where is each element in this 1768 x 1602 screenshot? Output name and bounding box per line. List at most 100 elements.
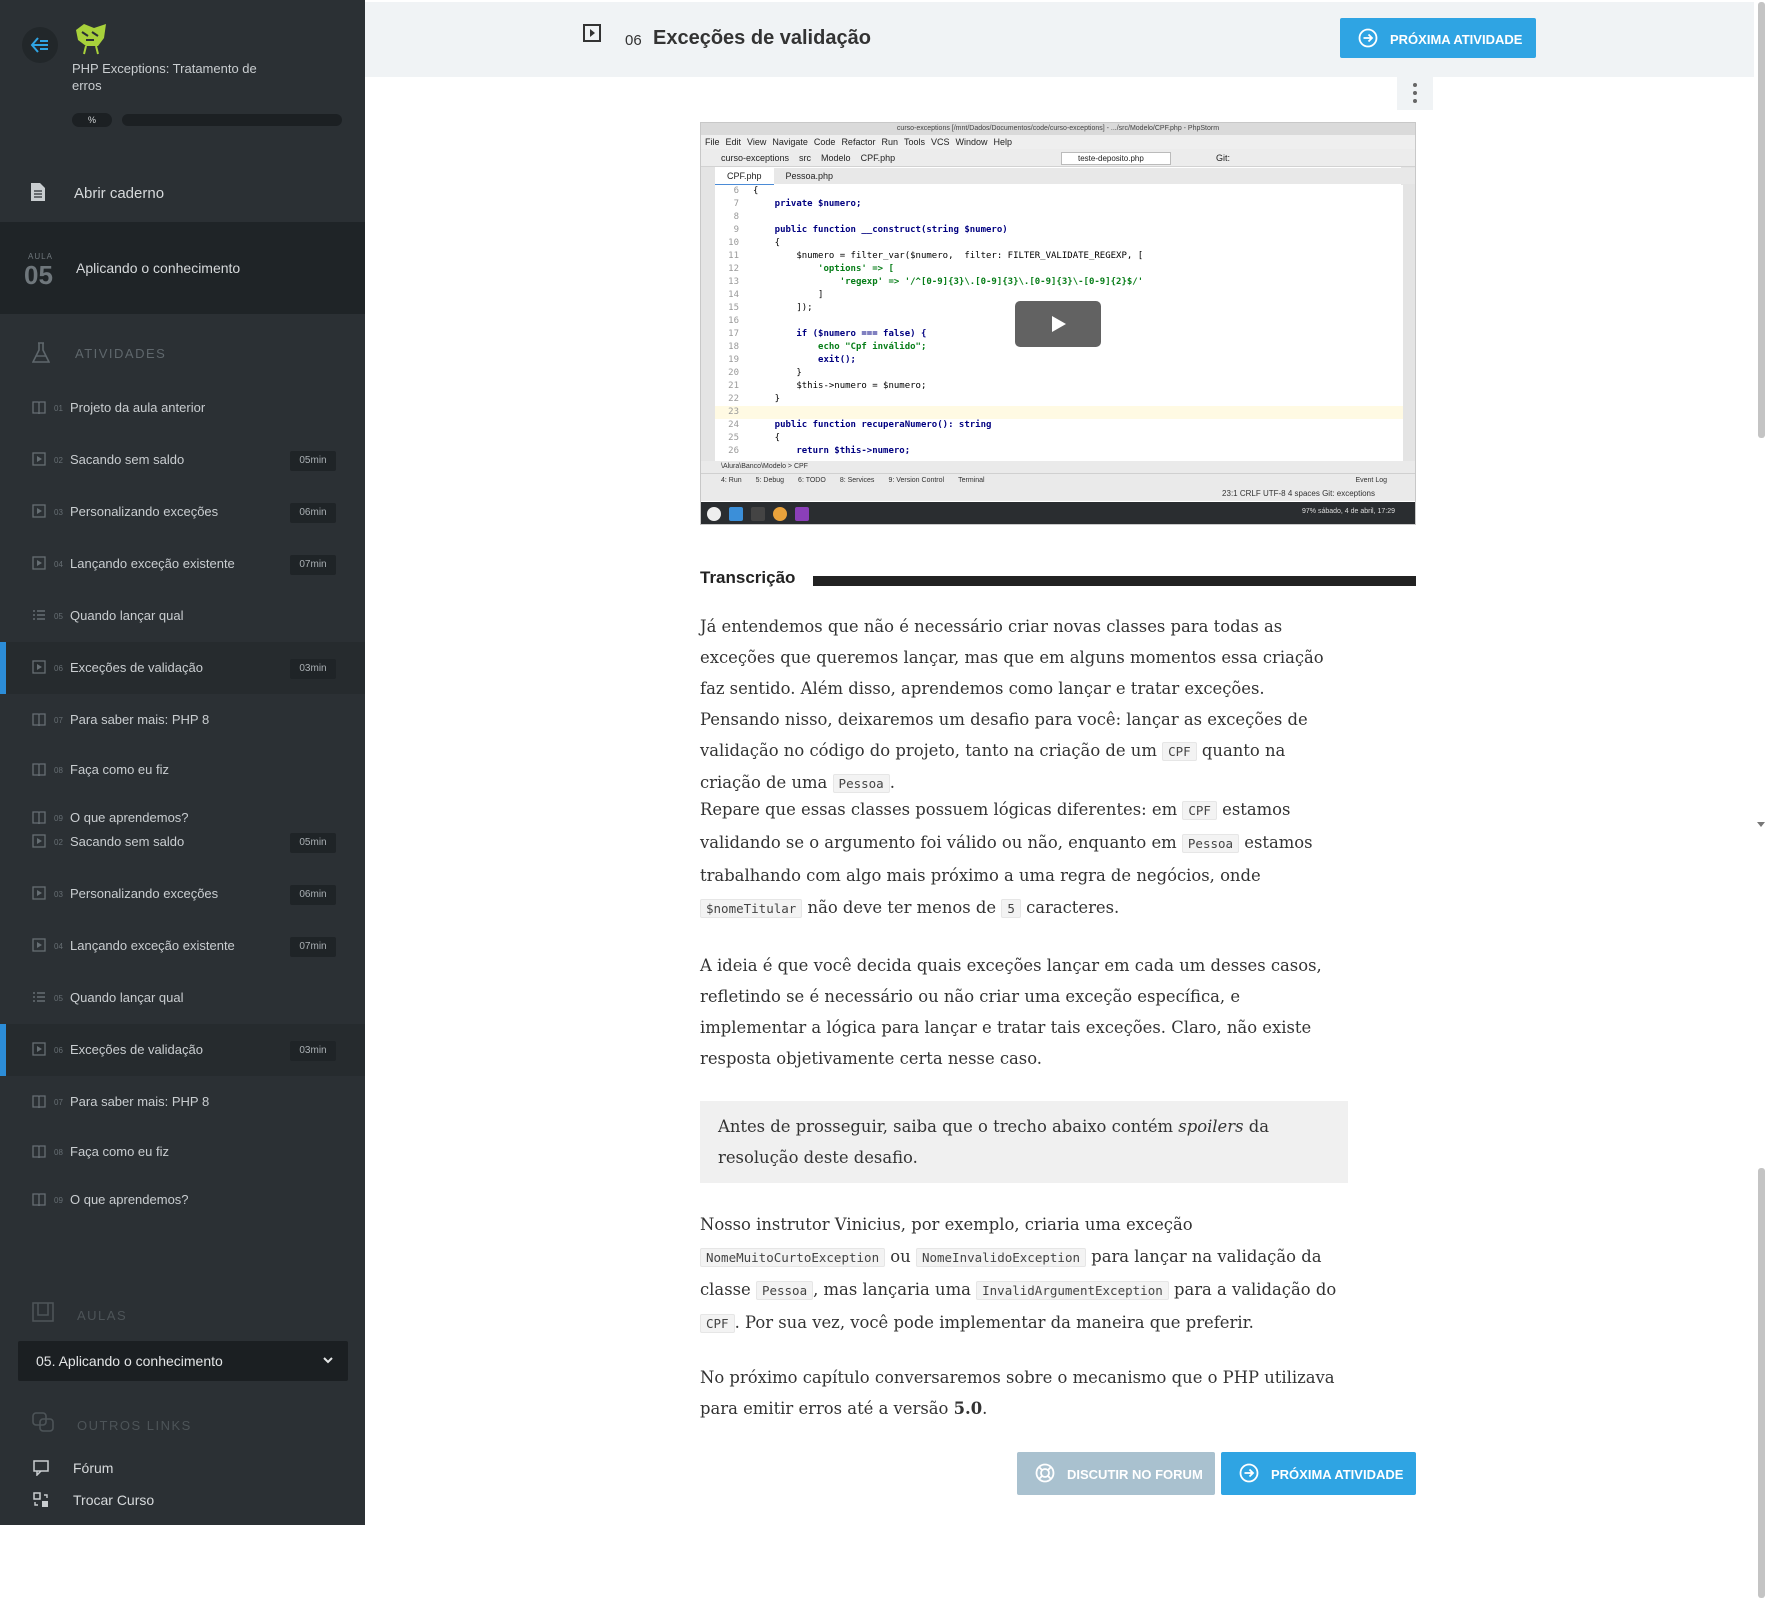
activity-number: 05	[54, 994, 63, 1003]
dot-icon	[1413, 91, 1417, 95]
ide-tool-windows: 4: Run 5: Debug 6: TODO 8: Services 9: Versi…	[701, 473, 1415, 487]
text: No próximo capítulo conversaremos sobre …	[700, 1368, 1335, 1418]
ide-menu-item: View	[747, 137, 767, 147]
text: , mas lançaria uma	[813, 1280, 977, 1299]
dot-icon	[1413, 83, 1417, 87]
code-text: {	[753, 433, 781, 443]
activity-item[interactable]: 05 Quando lançar qual	[0, 590, 365, 642]
ide-bottom-breadcrumb: \Alura\Banco\Modelo > CPF	[701, 461, 1415, 473]
next-activity-button[interactable]: PRÓXIMA ATIVIDADE	[1340, 18, 1536, 58]
activity-item[interactable]: 07 Para saber mais: PHP 8	[0, 694, 365, 746]
duration-badge: 06min	[290, 885, 336, 905]
line-number: 7	[733, 199, 739, 209]
aulas-header: AULAS	[0, 1300, 365, 1330]
code-text: }	[753, 394, 781, 404]
next-activity-button-bottom[interactable]: PRÓXIMA ATIVIDADE	[1221, 1452, 1416, 1495]
code-line: 25 {	[715, 432, 1403, 445]
activity-item[interactable]: 06 Exceções de validação 03min	[0, 642, 365, 694]
inline-code: $nomeTitular	[700, 899, 803, 918]
code-text: $this->numero = $numero;	[753, 381, 927, 391]
video-icon	[32, 504, 46, 518]
line-number: 23	[728, 407, 739, 417]
duration-badge: 05min	[290, 451, 336, 471]
activity-item[interactable]: 01 Projeto da aula anterior	[0, 382, 365, 434]
activity-item[interactable]: 05 Quando lançar qual	[0, 972, 365, 1024]
more-options-button[interactable]	[1397, 76, 1433, 110]
book-icon	[32, 1095, 46, 1109]
ide-menu-item: Help	[993, 137, 1013, 147]
code-text: }	[753, 368, 802, 378]
book-icon	[32, 1193, 46, 1207]
transcription-header: Transcrição	[700, 568, 1416, 592]
forum-link[interactable]: Fórum	[0, 1454, 365, 1482]
activity-number: 07	[54, 716, 63, 725]
activity-item[interactable]: 02 Sacando sem saldo 05min	[0, 434, 365, 486]
ide-menu-item: Window	[955, 137, 988, 147]
list-icon	[33, 610, 45, 620]
current-lesson-title: Aplicando o conhecimento	[76, 260, 241, 276]
activity-header: 06 Exceções de validação PRÓXIMA ATIVIDA…	[365, 2, 1754, 77]
play-button[interactable]	[1015, 301, 1101, 347]
inline-code: Pessoa	[832, 774, 890, 793]
ide-editor-tabs: CPF.php Pessoa.php	[715, 168, 1415, 186]
code-text: {	[753, 186, 759, 196]
ide-menu-item: Navigate	[772, 137, 808, 147]
activity-item[interactable]: 06 Exceções de validação 03min	[0, 1024, 365, 1076]
activity-number: 08	[54, 1148, 63, 1157]
ide-menu-item: Edit	[725, 137, 742, 147]
switch-course-link[interactable]: Trocar Curso	[0, 1486, 365, 1514]
ide-menu-item: Refactor	[841, 137, 876, 147]
activity-number: 05	[54, 612, 63, 621]
ide-breadcrumb-item: src	[799, 153, 812, 163]
activity-item[interactable]: 09 O que aprendemos?	[0, 1174, 365, 1226]
activity-item[interactable]: 04 Lançando exceção existente 07min	[0, 538, 365, 590]
discuss-forum-button[interactable]: DISCUTIR NO FORUM	[1017, 1452, 1215, 1495]
video-player[interactable]: curso-exceptions [/mnt/Dados/Documentos/…	[700, 122, 1416, 525]
activity-label: Quando lançar qual	[70, 990, 184, 1005]
code-line: 19 exit();	[715, 354, 1403, 367]
line-number: 9	[733, 225, 739, 235]
code-line: 8	[715, 211, 1403, 224]
back-button[interactable]	[22, 27, 58, 63]
activity-number: 06	[54, 664, 63, 673]
transcript-paragraph-2: Repare que essas classes possuem lógicas…	[700, 794, 1348, 922]
activity-title: Exceções de validação	[653, 27, 871, 49]
activity-number: 03	[54, 508, 63, 517]
arrow-circle-right-icon	[1358, 28, 1378, 48]
activity-label: Sacando sem saldo	[70, 834, 185, 849]
aula-select[interactable]: 05. Aplicando o conhecimento	[18, 1341, 348, 1381]
duration-badge: 05min	[290, 833, 336, 853]
activity-label: Para saber mais: PHP 8	[70, 1094, 210, 1109]
activity-item[interactable]: 02 Sacando sem saldo 05min	[0, 816, 365, 868]
line-number: 19	[728, 355, 739, 365]
scrollbar-thumb[interactable]	[1758, 2, 1765, 438]
ide-tab: Pessoa.php	[785, 171, 834, 181]
arrow-circle-right-icon	[1239, 1463, 1259, 1483]
text: Repare que essas classes possuem lógicas…	[700, 800, 1183, 819]
inline-code: CPF	[1182, 801, 1217, 820]
text: . Por sua vez, você pode implementar da …	[734, 1313, 1254, 1332]
activity-item[interactable]: 03 Personalizando exceções 06min	[0, 486, 365, 538]
lifebuoy-icon	[1035, 1463, 1055, 1483]
activity-item[interactable]: 08 Faça como eu fiz	[0, 744, 365, 796]
activity-item[interactable]: 04 Lançando exceção existente 07min	[0, 920, 365, 972]
sidebar-header: PHP Exceptions: Tratamento de erros %	[0, 0, 365, 150]
code-text: 'regexp' => '/^[0-9]{3}\.[0-9]{3}\.[0-9]…	[753, 277, 1144, 287]
activity-number: 08	[54, 766, 63, 775]
activity-label: Faça como eu fiz	[70, 762, 169, 777]
page-scrollbar[interactable]	[1754, 0, 1768, 1602]
activity-label: Lançando exceção existente	[70, 938, 235, 953]
video-activity-icon	[583, 24, 601, 42]
activity-item[interactable]: 07 Para saber mais: PHP 8	[0, 1076, 365, 1128]
ide-breadcrumb-item: Modelo	[821, 153, 851, 163]
activity-label: Quando lançar qual	[70, 608, 184, 623]
next-activity-button-bottom-label: PRÓXIMA ATIVIDADE	[1271, 1467, 1404, 1482]
scroll-down-arrow-icon[interactable]	[1757, 822, 1765, 827]
aulas-header-label: AULAS	[77, 1308, 128, 1323]
activity-item[interactable]: 03 Personalizando exceções 06min	[0, 868, 365, 920]
open-notebook-link[interactable]: Abrir caderno	[0, 170, 365, 218]
activity-item[interactable]: 08 Faça como eu fiz	[0, 1126, 365, 1178]
scrollbar-thumb-lower[interactable]	[1758, 1168, 1765, 1598]
ide-run-config: teste-deposito.php	[1061, 152, 1171, 165]
ide-tool-window: 6: TODO	[798, 477, 826, 484]
